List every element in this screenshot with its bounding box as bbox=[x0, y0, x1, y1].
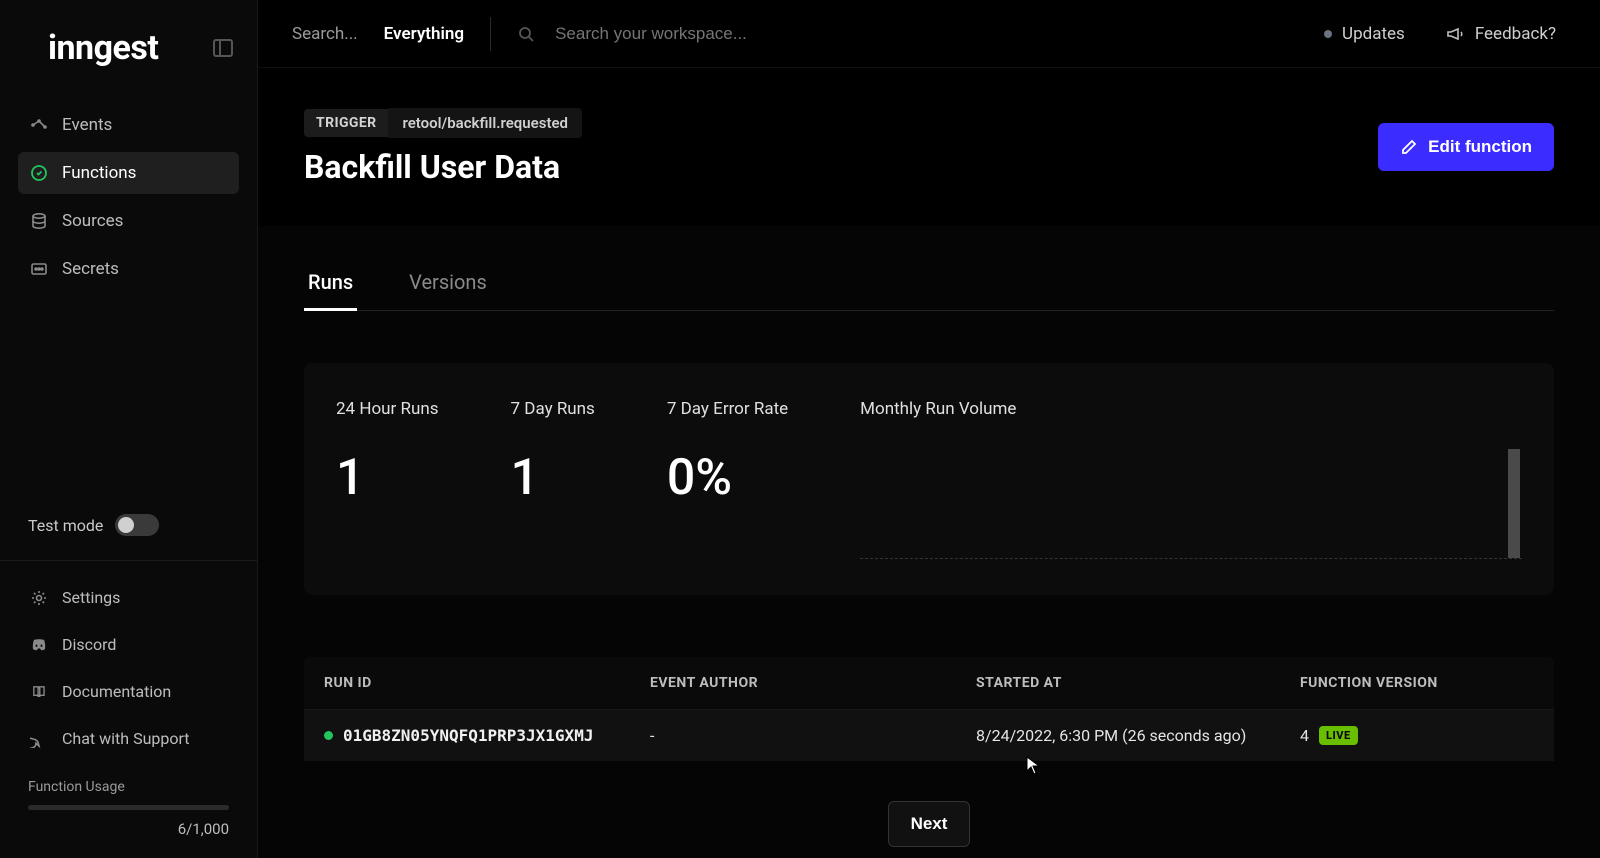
sidebar-item-functions[interactable]: Functions bbox=[18, 152, 239, 194]
test-mode-toggle[interactable] bbox=[115, 514, 159, 536]
search-scope[interactable]: Everything bbox=[384, 24, 464, 44]
content: Runs Versions 24 Hour Runs 1 7 Day Runs … bbox=[258, 226, 1600, 858]
cell-started: 8/24/2022, 6:30 PM (26 seconds ago) bbox=[976, 726, 1300, 745]
stats-card: 24 Hour Runs 1 7 Day Runs 1 7 Day Error … bbox=[304, 363, 1554, 595]
secondary-nav: Settings Discord Documentation Chat with… bbox=[0, 573, 257, 769]
sidebar-item-chat-support[interactable]: Chat with Support bbox=[18, 718, 239, 759]
stat-7d-error-rate: 7 Day Error Rate 0% bbox=[667, 399, 860, 559]
events-icon bbox=[30, 116, 48, 134]
stat-7d-runs: 7 Day Runs 1 bbox=[511, 399, 667, 559]
col-function-version: FUNCTION VERSION bbox=[1300, 675, 1534, 691]
live-badge: LIVE bbox=[1319, 726, 1358, 745]
status-dot-icon bbox=[1324, 30, 1332, 38]
col-run-id: RUN ID bbox=[324, 675, 650, 691]
runs-table: RUN ID EVENT AUTHOR STARTED AT FUNCTION … bbox=[304, 657, 1554, 761]
search-icon bbox=[517, 25, 535, 43]
tab-runs[interactable]: Runs bbox=[304, 256, 357, 311]
gear-icon bbox=[30, 589, 48, 607]
sidebar-item-sources[interactable]: Sources bbox=[18, 200, 239, 242]
sidebar-item-label: Discord bbox=[62, 635, 116, 654]
table-header: RUN ID EVENT AUTHOR STARTED AT FUNCTION … bbox=[304, 657, 1554, 709]
sidebar-item-label: Documentation bbox=[62, 682, 171, 701]
cell-author: - bbox=[650, 726, 976, 745]
workspace-search-input[interactable] bbox=[555, 24, 915, 44]
test-mode-label: Test mode bbox=[28, 516, 103, 535]
next-button[interactable]: Next bbox=[888, 801, 971, 847]
col-event-author: EVENT AUTHOR bbox=[650, 675, 976, 691]
stat-value: 1 bbox=[336, 449, 439, 507]
sidebar-item-label: Settings bbox=[62, 588, 120, 607]
volume-chart bbox=[860, 449, 1522, 559]
sidebar-item-documentation[interactable]: Documentation bbox=[18, 671, 239, 712]
feedback-label: Feedback? bbox=[1475, 24, 1556, 44]
feedback-link[interactable]: Feedback? bbox=[1435, 24, 1566, 44]
trigger-badge-row: TRIGGER retool/backfill.requested bbox=[304, 108, 582, 138]
table-row[interactable]: 01GB8ZN05YNQFQ1PRP3JX1GXMJ - 8/24/2022, … bbox=[304, 709, 1554, 761]
cell-version: 4 bbox=[1300, 726, 1309, 745]
page-header: TRIGGER retool/backfill.requested Backfi… bbox=[258, 68, 1600, 226]
sidebar-item-label: Events bbox=[62, 115, 112, 135]
chat-icon bbox=[30, 730, 48, 748]
functions-icon bbox=[30, 164, 48, 182]
secrets-icon bbox=[30, 260, 48, 278]
stat-label: 7 Day Error Rate bbox=[667, 399, 788, 419]
function-usage: Function Usage 6/1,000 bbox=[0, 769, 257, 858]
updates-link[interactable]: Updates bbox=[1314, 24, 1415, 44]
tabs: Runs Versions bbox=[304, 256, 1554, 311]
book-icon bbox=[30, 683, 48, 701]
edit-function-button[interactable]: Edit function bbox=[1378, 123, 1554, 171]
global-search[interactable]: Search... Everything bbox=[292, 24, 464, 44]
sidebar-item-label: Sources bbox=[62, 211, 123, 231]
col-started-at: STARTED AT bbox=[976, 675, 1300, 691]
topbar: Search... Everything Updates Feedback? bbox=[258, 0, 1600, 68]
volume-bar bbox=[1508, 449, 1520, 558]
pager: Next bbox=[304, 801, 1554, 847]
pencil-icon bbox=[1400, 138, 1418, 156]
usage-bar bbox=[28, 805, 229, 810]
logo-row: inngest bbox=[0, 0, 257, 96]
trigger-badge: TRIGGER bbox=[304, 109, 388, 137]
stat-value: 0% bbox=[667, 449, 788, 507]
megaphone-icon bbox=[1445, 24, 1465, 44]
usage-label: Function Usage bbox=[28, 779, 229, 795]
trigger-value: retool/backfill.requested bbox=[388, 108, 582, 138]
stat-value: 1 bbox=[511, 449, 595, 507]
stat-24h-runs: 24 Hour Runs 1 bbox=[336, 399, 511, 559]
stat-label: 24 Hour Runs bbox=[336, 399, 439, 419]
updates-label: Updates bbox=[1342, 24, 1405, 44]
search-label: Search... bbox=[292, 24, 358, 44]
sidebar-item-settings[interactable]: Settings bbox=[18, 577, 239, 618]
sidebar-item-label: Secrets bbox=[62, 259, 119, 279]
run-id: 01GB8ZN05YNQFQ1PRP3JX1GXMJ bbox=[343, 726, 593, 745]
sidebar-item-events[interactable]: Events bbox=[18, 104, 239, 146]
edit-button-label: Edit function bbox=[1428, 137, 1532, 157]
topbar-separator bbox=[490, 17, 491, 51]
sidebar-item-secrets[interactable]: Secrets bbox=[18, 248, 239, 290]
panel-toggle-icon[interactable] bbox=[213, 39, 233, 57]
stat-monthly-volume: Monthly Run Volume bbox=[860, 399, 1522, 559]
stat-label: 7 Day Runs bbox=[511, 399, 595, 419]
sources-icon bbox=[30, 212, 48, 230]
discord-icon bbox=[30, 636, 48, 654]
usage-value: 6/1,000 bbox=[28, 820, 229, 838]
stat-label: Monthly Run Volume bbox=[860, 399, 1522, 419]
sidebar-divider bbox=[0, 560, 257, 561]
page-title: Backfill User Data bbox=[304, 148, 582, 186]
tab-versions[interactable]: Versions bbox=[405, 256, 491, 310]
test-mode-row: Test mode bbox=[0, 514, 257, 560]
primary-nav: Events Functions Sources Secrets bbox=[0, 96, 257, 290]
sidebar: inngest Events Functions Sources Secr bbox=[0, 0, 258, 858]
status-success-icon bbox=[324, 731, 333, 740]
brand-logo: inngest bbox=[48, 28, 158, 68]
sidebar-item-label: Functions bbox=[62, 163, 136, 183]
sidebar-item-label: Chat with Support bbox=[62, 729, 190, 748]
sidebar-item-discord[interactable]: Discord bbox=[18, 624, 239, 665]
main: Search... Everything Updates Feedback? T… bbox=[258, 0, 1600, 858]
